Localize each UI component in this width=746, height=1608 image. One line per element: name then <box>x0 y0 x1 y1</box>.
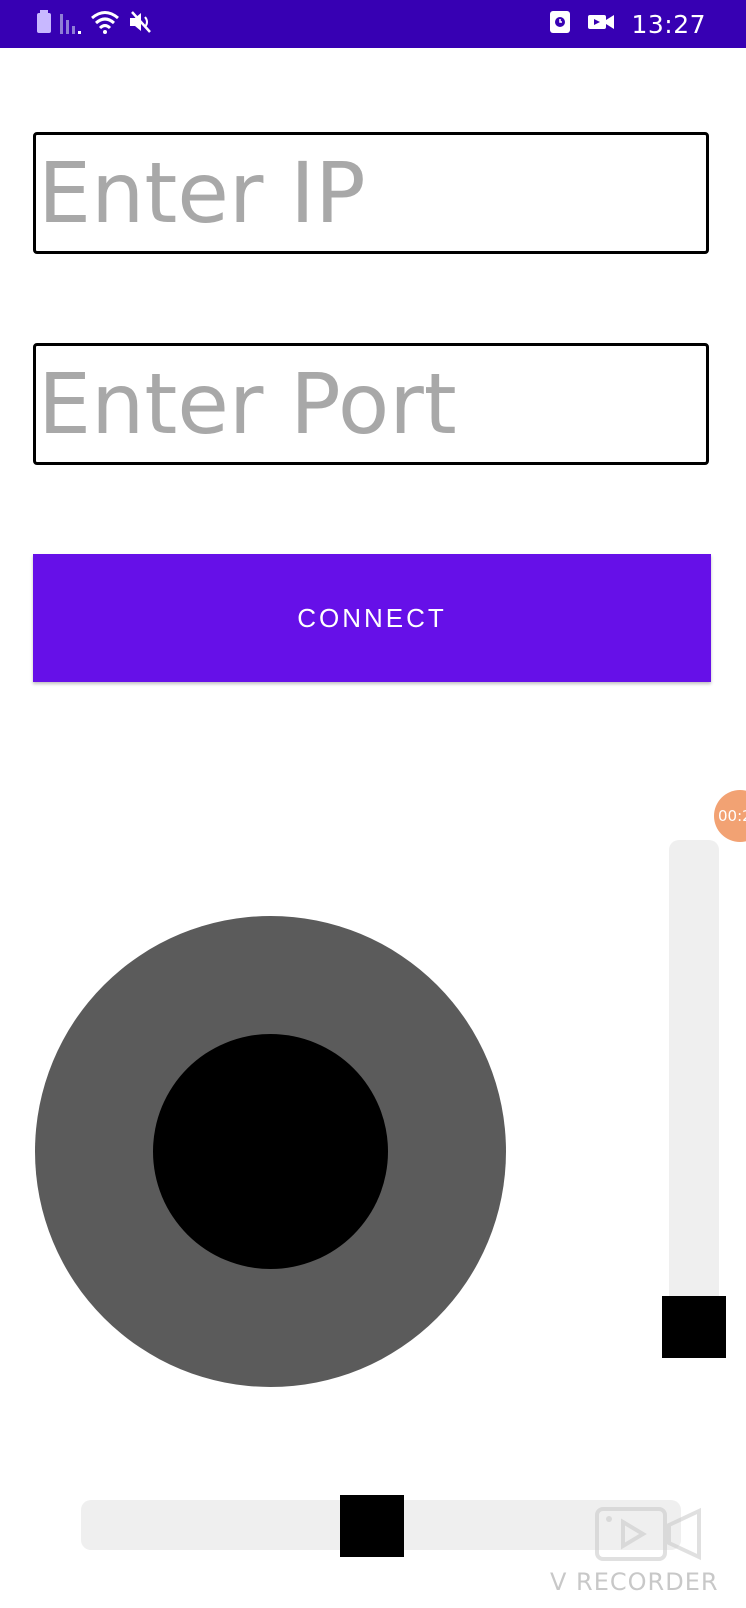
recorder-watermark: V RECORDER <box>550 1568 719 1596</box>
status-left-icons <box>36 9 154 39</box>
port-input[interactable] <box>36 346 706 462</box>
battery-icon <box>36 9 52 39</box>
ip-field[interactable] <box>33 132 709 254</box>
mute-icon <box>128 10 154 39</box>
horizontal-slider-thumb[interactable] <box>340 1495 404 1557</box>
signal-icon <box>60 10 82 39</box>
recorder-timer-bubble[interactable]: 00:2 <box>714 790 746 842</box>
status-time: 13:27 <box>631 9 706 39</box>
joystick-knob[interactable] <box>153 1034 388 1269</box>
vertical-slider-thumb[interactable] <box>662 1296 726 1358</box>
status-bar: 13:27 <box>0 0 746 48</box>
wifi-icon <box>90 10 120 39</box>
recorder-watermark-icon <box>595 1507 701 1561</box>
ip-input[interactable] <box>36 135 706 251</box>
port-field[interactable] <box>33 343 709 465</box>
vertical-slider-track[interactable] <box>669 840 719 1310</box>
status-right: 13:27 <box>549 0 706 48</box>
screen-record-icon <box>549 10 571 39</box>
video-icon <box>587 12 615 37</box>
connect-button[interactable]: CONNECT <box>33 554 711 682</box>
